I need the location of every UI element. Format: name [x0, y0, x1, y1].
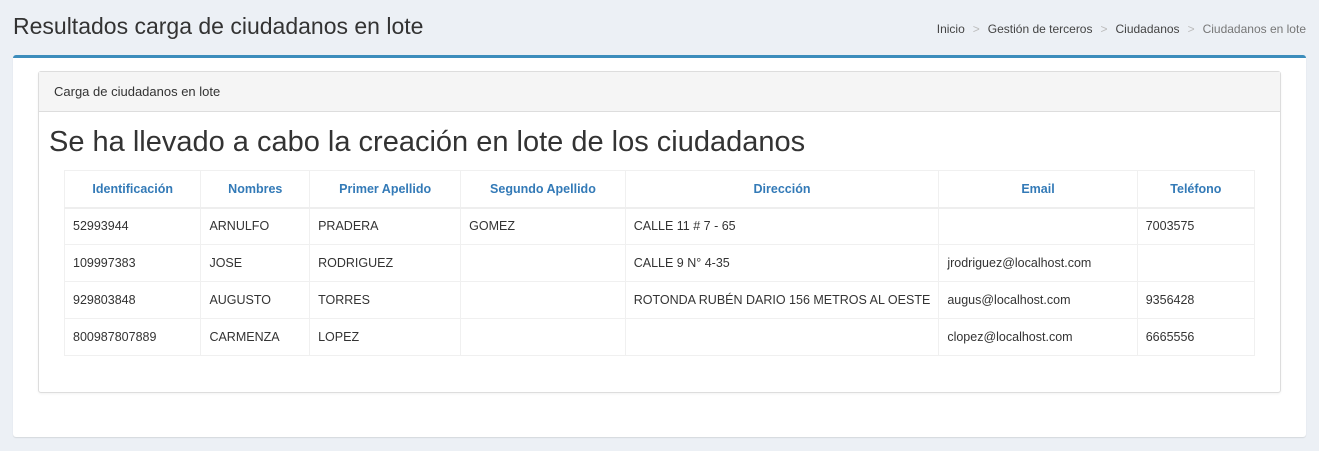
- column-header-direccion[interactable]: Dirección: [624, 170, 940, 209]
- cell-nombres: CARMENZA: [200, 318, 311, 356]
- cell-email: jrodriguez@localhost.com: [938, 244, 1138, 282]
- cell-email: clopez@localhost.com: [938, 318, 1138, 356]
- breadcrumb-separator: >: [1100, 22, 1108, 36]
- breadcrumb-separator: >: [972, 22, 980, 36]
- cell-direccion: ROTONDA RUBÉN DARIO 156 METROS AL OESTE: [624, 281, 940, 319]
- breadcrumb-separator: >: [1187, 22, 1195, 36]
- breadcrumb-item-inicio[interactable]: Inicio: [937, 22, 965, 36]
- page-header: Resultados carga de ciudadanos en lote I…: [0, 0, 1319, 56]
- table-row: 800987807889 CARMENZA LOPEZ clopez@local…: [63, 318, 1256, 356]
- column-header-nombres[interactable]: Nombres: [200, 170, 311, 209]
- cell-telefono: 9356428: [1136, 281, 1256, 319]
- breadcrumb-item-current: Ciudadanos en lote: [1202, 22, 1306, 36]
- cell-telefono: 7003575: [1136, 207, 1256, 245]
- results-table: Identificación Nombres Primer Apellido S…: [63, 170, 1256, 356]
- cell-primer-apellido: TORRES: [309, 281, 462, 319]
- cell-telefono: [1136, 244, 1256, 282]
- results-panel: Carga de ciudadanos en lote Se ha llevad…: [38, 71, 1281, 393]
- page-title: Resultados carga de ciudadanos en lote: [13, 13, 424, 39]
- cell-nombres: JOSE: [200, 244, 311, 282]
- breadcrumb: Inicio > Gestión de terceros > Ciudadano…: [937, 22, 1306, 36]
- column-header-identificacion[interactable]: Identificación: [63, 170, 202, 209]
- breadcrumb-item-ciudadanos[interactable]: Ciudadanos: [1116, 22, 1180, 36]
- cell-nombres: ARNULFO: [200, 207, 311, 245]
- column-header-email[interactable]: Email: [938, 170, 1138, 209]
- column-header-segundo-apellido[interactable]: Segundo Apellido: [460, 170, 626, 209]
- content-box: Carga de ciudadanos en lote Se ha llevad…: [13, 55, 1306, 437]
- table-row: 929803848 AUGUSTO TORRES ROTONDA RUBÉN D…: [63, 281, 1256, 319]
- cell-direccion: CALLE 11 # 7 - 65: [624, 207, 940, 245]
- breadcrumb-item-gestion-terceros[interactable]: Gestión de terceros: [988, 22, 1093, 36]
- panel-heading: Carga de ciudadanos en lote: [39, 72, 1280, 112]
- cell-email: [938, 207, 1138, 245]
- column-header-telefono[interactable]: Teléfono: [1136, 170, 1256, 209]
- cell-identificacion: 800987807889: [63, 318, 202, 356]
- cell-telefono: 6665556: [1136, 318, 1256, 356]
- cell-identificacion: 929803848: [63, 281, 202, 319]
- table-row: 52993944 ARNULFO PRADERA GOMEZ CALLE 11 …: [63, 207, 1256, 245]
- cell-primer-apellido: LOPEZ: [309, 318, 462, 356]
- cell-segundo-apellido: [460, 281, 626, 319]
- cell-email: augus@localhost.com: [938, 281, 1138, 319]
- column-header-primer-apellido[interactable]: Primer Apellido: [309, 170, 462, 209]
- result-message: Se ha llevado a cabo la creación en lote…: [49, 126, 806, 158]
- cell-primer-apellido: PRADERA: [309, 207, 462, 245]
- cell-primer-apellido: RODRIGUEZ: [309, 244, 462, 282]
- table-row: 109997383 JOSE RODRIGUEZ CALLE 9 N° 4-35…: [63, 244, 1256, 282]
- table-header-row: Identificación Nombres Primer Apellido S…: [63, 170, 1256, 209]
- cell-identificacion: 109997383: [63, 244, 202, 282]
- cell-nombres: AUGUSTO: [200, 281, 311, 319]
- cell-segundo-apellido: [460, 244, 626, 282]
- cell-direccion: CALLE 9 N° 4-35: [624, 244, 940, 282]
- cell-segundo-apellido: GOMEZ: [460, 207, 626, 245]
- cell-direccion: [624, 318, 940, 356]
- cell-identificacion: 52993944: [63, 207, 202, 245]
- cell-segundo-apellido: [460, 318, 626, 356]
